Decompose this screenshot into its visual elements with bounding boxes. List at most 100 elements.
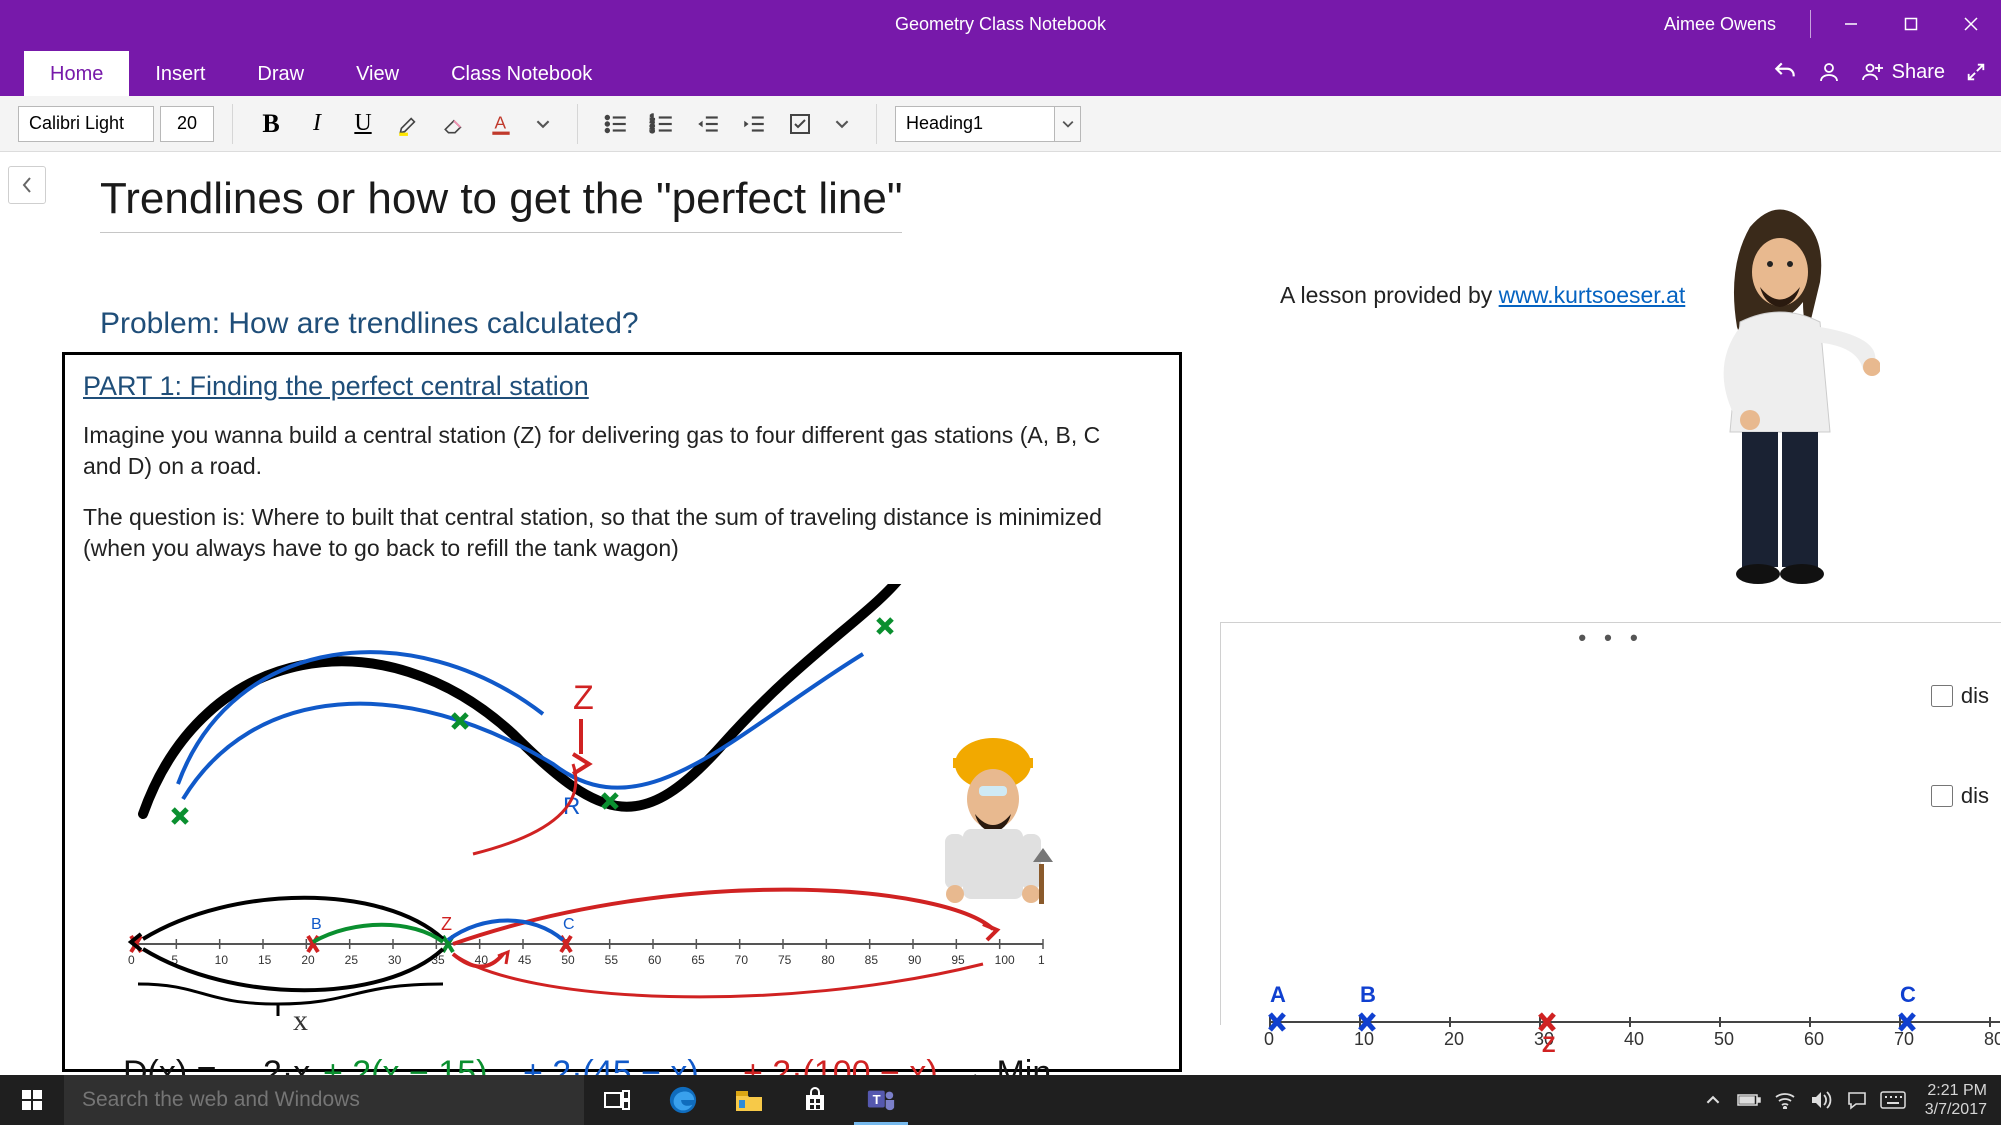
store-icon[interactable]: [782, 1075, 848, 1125]
dis-label-2: dis: [1961, 783, 1989, 809]
svg-text:2·x: 2·x: [263, 1054, 310, 1075]
svg-text:C: C: [1900, 982, 1916, 1007]
mini-number-line[interactable]: 01020304050607080 A B C Z: [1260, 977, 2000, 1057]
underline-button[interactable]: U: [343, 104, 383, 144]
geogebra-panel[interactable]: • • • dis dis: [1220, 622, 2001, 1025]
dis-label-1: dis: [1961, 683, 1989, 709]
paragraph-1: Imagine you wanna build a central statio…: [83, 420, 1143, 482]
tab-home[interactable]: Home: [24, 51, 129, 96]
svg-text:80: 80: [1984, 1029, 2000, 1049]
titlebar-separator: [1810, 10, 1811, 38]
svg-text:B: B: [311, 916, 322, 933]
outdent-button[interactable]: [688, 104, 728, 144]
attribution-text: A lesson provided by www.kurtsoeser.at: [1280, 282, 1685, 309]
style-select[interactable]: [895, 106, 1055, 142]
fullscreen-button[interactable]: [1963, 59, 1989, 85]
toolbar-separator: [577, 104, 578, 144]
svg-text:→ Min: → Min: [953, 1054, 1051, 1075]
svg-text:B: B: [1360, 982, 1376, 1007]
tab-insert[interactable]: Insert: [129, 51, 231, 96]
svg-text:1: 1: [1038, 953, 1045, 967]
share-label: Share: [1892, 61, 1945, 84]
dis-checkbox-1[interactable]: [1931, 685, 1953, 707]
svg-text:25: 25: [345, 953, 359, 967]
app-title: Geometry Class Notebook: [895, 14, 1106, 35]
style-select-dropdown[interactable]: [1055, 106, 1081, 142]
share-button[interactable]: Share: [1860, 60, 1945, 84]
tab-draw[interactable]: Draw: [231, 51, 330, 96]
svg-text:3: 3: [650, 125, 654, 134]
content-frame[interactable]: PART 1: Finding the perfect central stat…: [62, 352, 1182, 1072]
highlight-button[interactable]: [389, 104, 429, 144]
svg-text:65: 65: [691, 953, 705, 967]
svg-text:50: 50: [561, 953, 575, 967]
clock-time: 2:21 PM: [1925, 1081, 1987, 1100]
paragraph-2: The question is: Where to built that cen…: [83, 502, 1143, 564]
svg-text:40: 40: [1624, 1029, 1644, 1049]
taskbar-clock[interactable]: 2:21 PM 3/7/2017: [1911, 1081, 2001, 1119]
svg-text:45: 45: [518, 953, 532, 967]
keyboard-icon[interactable]: [1875, 1075, 1911, 1125]
start-button[interactable]: [0, 1075, 64, 1125]
svg-text:10: 10: [1354, 1029, 1374, 1049]
wifi-icon[interactable]: [1767, 1075, 1803, 1125]
svg-text:100: 100: [995, 953, 1015, 967]
svg-text:Z: Z: [1542, 1032, 1555, 1057]
action-center-icon[interactable]: [1839, 1075, 1875, 1125]
toolbar-separator: [232, 104, 233, 144]
font-more-dropdown[interactable]: [527, 104, 559, 144]
page-title[interactable]: Trendlines or how to get the "perfect li…: [100, 174, 902, 233]
bullet-list-button[interactable]: [596, 104, 636, 144]
minimize-button[interactable]: [1821, 0, 1881, 48]
task-view-button[interactable]: [584, 1075, 650, 1125]
undo-button[interactable]: [1772, 59, 1798, 85]
tray-chevron-icon[interactable]: [1695, 1075, 1731, 1125]
battery-icon[interactable]: [1731, 1075, 1767, 1125]
bold-button[interactable]: B: [251, 104, 291, 144]
teams-icon[interactable]: T: [848, 1075, 914, 1125]
svg-text:A: A: [495, 112, 507, 132]
account-name[interactable]: Aimee Owens: [1664, 14, 1776, 35]
svg-text:A: A: [1270, 982, 1286, 1007]
svg-text:20: 20: [301, 953, 315, 967]
part1-heading: PART 1: Finding the perfect central stat…: [83, 371, 1161, 402]
svg-text:20: 20: [1444, 1029, 1464, 1049]
svg-text:90: 90: [908, 953, 922, 967]
svg-text:70: 70: [1894, 1029, 1914, 1049]
numbered-list-button[interactable]: 123: [642, 104, 682, 144]
font-size-input[interactable]: [160, 106, 214, 142]
eraser-button[interactable]: [435, 104, 475, 144]
problem-heading[interactable]: Problem: How are trendlines calculated?: [100, 307, 639, 341]
svg-text:30: 30: [388, 953, 402, 967]
volume-icon[interactable]: [1803, 1075, 1839, 1125]
svg-text:70: 70: [735, 953, 749, 967]
taskbar-search-input[interactable]: [64, 1075, 584, 1125]
person-icon[interactable]: [1816, 59, 1842, 85]
paragraph-more-dropdown[interactable]: [826, 104, 858, 144]
tab-class-notebook[interactable]: Class Notebook: [425, 51, 618, 96]
svg-text:T: T: [873, 1092, 881, 1107]
font-color-button[interactable]: A: [481, 104, 521, 144]
svg-text:Z: Z: [573, 679, 594, 717]
todo-tag-button[interactable]: [780, 104, 820, 144]
italic-button[interactable]: I: [297, 104, 337, 144]
back-button[interactable]: [8, 166, 46, 204]
panel-drag-handle[interactable]: • • •: [1578, 625, 1643, 651]
indent-button[interactable]: [734, 104, 774, 144]
dis-checkbox-2[interactable]: [1931, 785, 1953, 807]
file-explorer-icon[interactable]: [716, 1075, 782, 1125]
font-name-input[interactable]: [18, 106, 154, 142]
attribution-link[interactable]: www.kurtsoeser.at: [1499, 282, 1686, 308]
tab-view[interactable]: View: [330, 51, 425, 96]
svg-text:55: 55: [605, 953, 619, 967]
edge-icon[interactable]: [650, 1075, 716, 1125]
close-button[interactable]: [1941, 0, 2001, 48]
svg-text:0: 0: [128, 953, 135, 967]
svg-text:+ 2(x − 15): + 2(x − 15): [323, 1054, 487, 1075]
brace-label: x: [293, 1004, 308, 1038]
attribution-prefix: A lesson provided by: [1280, 282, 1499, 308]
maximize-button[interactable]: [1881, 0, 1941, 48]
svg-text:C: C: [563, 916, 575, 933]
svg-text:+ 2·(45 − x): + 2·(45 − x): [523, 1054, 699, 1075]
svg-text:D(x) =: D(x) =: [123, 1054, 217, 1075]
